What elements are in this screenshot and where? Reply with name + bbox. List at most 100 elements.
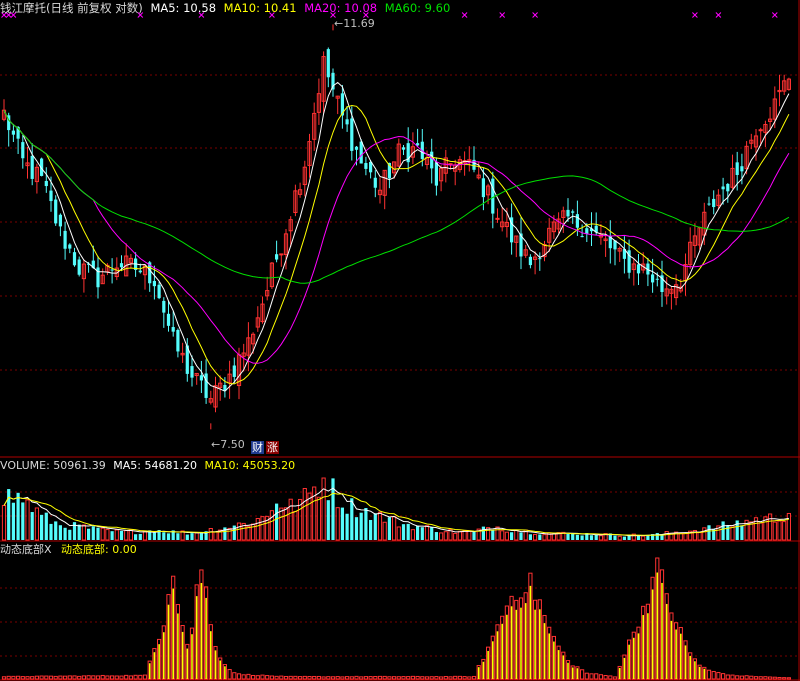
- candle-body-down: [364, 163, 368, 169]
- indicator-bar-red: [340, 676, 345, 680]
- indicator-bar-red: [753, 676, 759, 680]
- volume-bar-down: [589, 535, 594, 540]
- volume-bar-down: [152, 532, 156, 540]
- indicator-bar-yellow: [529, 585, 532, 679]
- indicator-bar-red: [255, 675, 260, 680]
- volume-bar-down: [575, 534, 579, 540]
- volume-bar-up: [236, 522, 242, 541]
- volume-bar-down: [491, 530, 495, 540]
- indicator-bar-red: [81, 675, 87, 680]
- volume-bar-down: [21, 502, 25, 540]
- indicator-bar-yellow: [163, 632, 165, 679]
- indicator-bar-red: [368, 676, 373, 680]
- indicator-bar-red: [269, 675, 274, 680]
- candle-body-down: [434, 162, 438, 186]
- volume-bar-up: [467, 530, 472, 541]
- panel-dividers: [0, 0, 800, 681]
- indicator-bar-yellow: [172, 588, 174, 679]
- ma20-label: MA20: 10.08: [304, 1, 378, 15]
- indicator-bar-red: [373, 676, 378, 680]
- volume-bar-down: [613, 535, 617, 540]
- volume-bar-up: [227, 527, 232, 541]
- sell-marker-icon: [692, 12, 698, 18]
- badge-cai[interactable]: 财: [251, 441, 264, 454]
- volume-bar-down: [594, 534, 598, 540]
- candle-body-down: [171, 327, 175, 332]
- candle-body-down: [350, 118, 354, 151]
- volume-bar-down: [77, 524, 81, 540]
- candle-body-down: [11, 130, 15, 135]
- indicator-bar-yellow: [487, 650, 489, 679]
- indicator-bar-red: [44, 675, 49, 680]
- volume-bar-up: [664, 531, 669, 541]
- candle-body-down: [110, 269, 114, 271]
- indicator-bar-red: [53, 675, 58, 680]
- indicator-bar-yellow: [703, 668, 706, 679]
- volume-bar-up: [100, 527, 105, 541]
- indicator-bar-red: [608, 675, 613, 680]
- volume-bar-up: [772, 521, 777, 541]
- indicator-bar-red: [768, 676, 773, 680]
- volume-ma10-line: [3, 492, 790, 536]
- volume-bar-down: [472, 531, 476, 540]
- volume-bar-up: [439, 532, 444, 541]
- indicator-bar-red: [763, 676, 768, 680]
- candle-body-down: [373, 177, 377, 188]
- indicator-bar-red: [298, 676, 303, 680]
- indicator-bar-red: [406, 676, 411, 680]
- indicator-bar-red: [241, 674, 246, 680]
- indicator-bar-red: [429, 676, 434, 680]
- volume-bar-up: [260, 516, 265, 541]
- volume-bar-down: [434, 532, 438, 540]
- volume-bar-up: [617, 535, 622, 541]
- indicator-bar-red: [72, 675, 77, 680]
- candle-body-down: [401, 147, 406, 150]
- volume-bar-up: [641, 535, 646, 541]
- indicator-bar-red: [725, 674, 730, 680]
- indicator-bar-red: [335, 676, 340, 680]
- indicator-bar-yellow: [562, 655, 565, 679]
- volume-bar-down: [30, 512, 34, 540]
- indicator-bar-red: [589, 673, 594, 680]
- indicator-bar-red: [439, 676, 444, 680]
- indicator-bar-red: [612, 676, 618, 680]
- high-value: 11.69: [343, 17, 375, 30]
- volume-bar-up: [316, 496, 321, 541]
- candle-body-down: [162, 300, 166, 313]
- volume-ma-lines: [3, 487, 790, 537]
- indicator-bar-yellow: [214, 650, 217, 679]
- volume-bar-down: [63, 527, 67, 540]
- indicator-bar-red: [354, 675, 359, 680]
- volume-bar-down: [326, 500, 330, 540]
- indicator-bar-red: [1, 676, 7, 680]
- indicator-bar-red: [119, 675, 124, 680]
- volume-bar-down: [401, 524, 406, 540]
- indicator-bar-yellow: [689, 655, 691, 679]
- indicator-bar-red: [457, 675, 462, 680]
- indicator-bar-red: [128, 675, 134, 680]
- volume-ma5-label: MA5: 54681.20: [113, 459, 197, 472]
- volume-bar-down: [54, 521, 58, 540]
- indicator-bar-yellow: [633, 637, 635, 679]
- volume-bar-down: [138, 533, 142, 540]
- badge-zhang[interactable]: 涨: [266, 441, 279, 454]
- volume-bar-down: [49, 523, 53, 540]
- volume-header: VOLUME: 50961.39 MA5: 54681.20 MA10: 450…: [0, 459, 295, 472]
- candle-body-down: [571, 211, 575, 213]
- volume-bar-up: [34, 507, 39, 541]
- indicator-bar-red: [349, 676, 354, 680]
- low-annotation: ←7.50: [211, 438, 245, 451]
- candle-body-down: [138, 270, 142, 273]
- indicator-bar-red: [58, 675, 63, 680]
- candle-body-down: [575, 214, 579, 228]
- indicator-bar-red: [133, 674, 138, 680]
- volume-ma10-label: MA10: 45053.20: [204, 459, 296, 472]
- volume-bar-down: [134, 534, 138, 540]
- volume-bar-up: [697, 532, 702, 541]
- volume-bar-up: [124, 530, 129, 541]
- indicator-bar-red: [744, 675, 749, 680]
- indicator-bar-red: [307, 675, 312, 680]
- indicator-bar-yellow: [496, 631, 499, 679]
- candle-body-down: [585, 228, 589, 234]
- sell-marker-icon: [499, 12, 506, 18]
